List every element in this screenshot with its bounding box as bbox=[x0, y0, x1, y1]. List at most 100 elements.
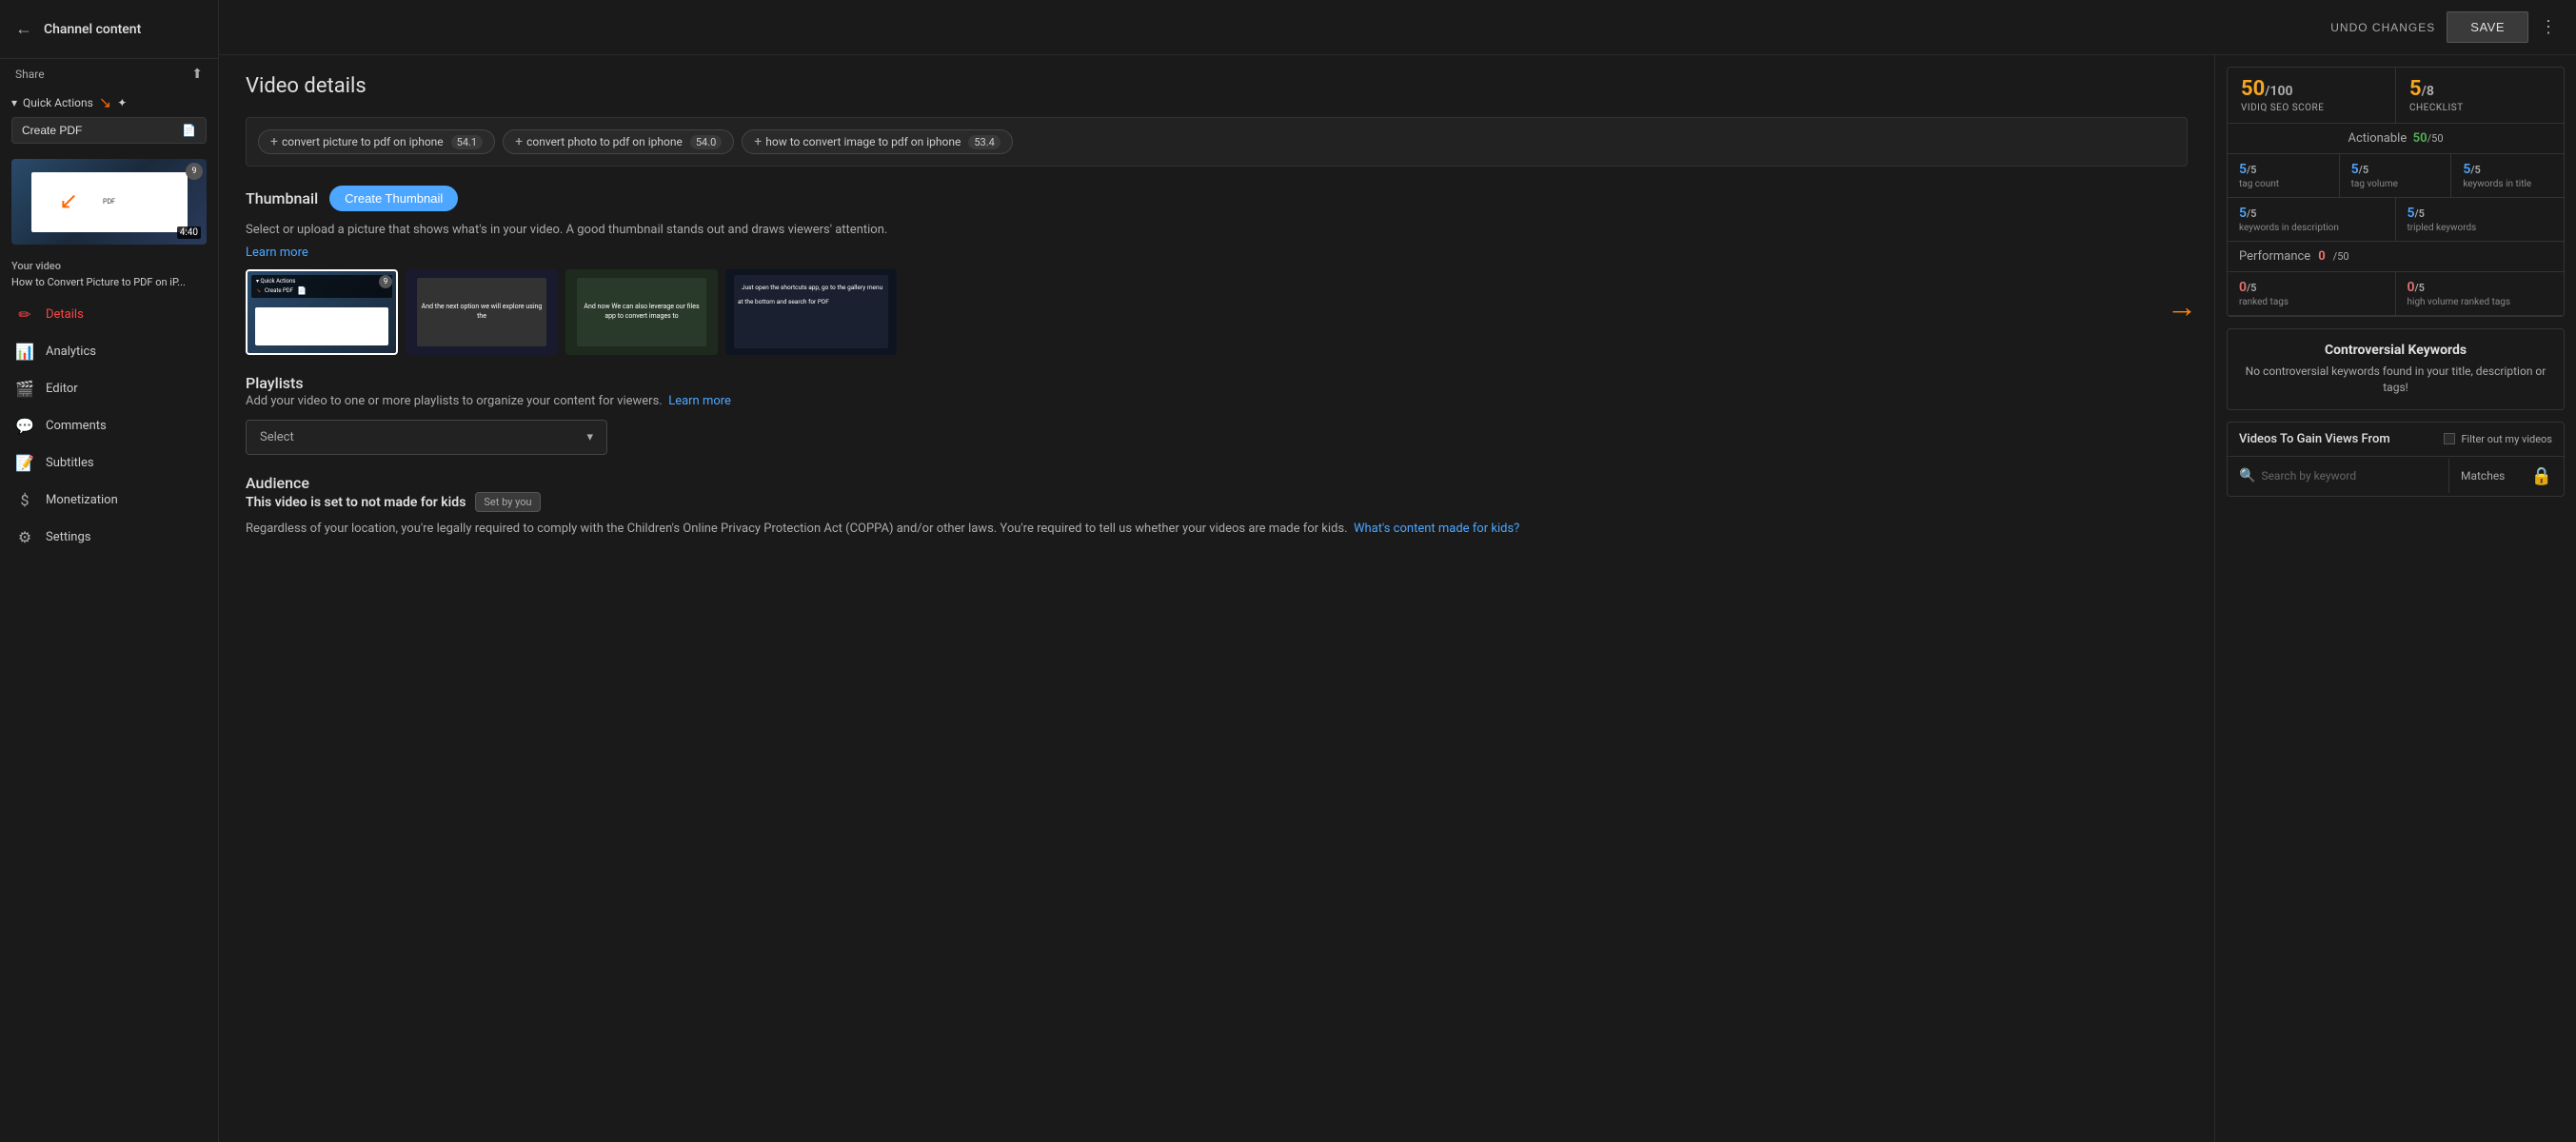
actionable-label: Actionable bbox=[2348, 131, 2408, 146]
tag-chip-1[interactable]: + convert picture to pdf on iphone 54.1 bbox=[258, 129, 495, 154]
metric-tag-volume-value: 5/5 bbox=[2351, 162, 2440, 177]
not-for-kids-label: This video is set to not made for kids bbox=[246, 495, 466, 510]
tag-plus-icon-3: + bbox=[754, 134, 762, 149]
playlist-select-dropdown[interactable]: Select ▾ bbox=[246, 420, 607, 455]
sidebar-header: ← Channel content bbox=[0, 0, 218, 59]
thumb-chevron-icon: ▾ Quick Actions bbox=[256, 278, 295, 285]
sidebar-item-settings-label: Settings bbox=[46, 530, 90, 544]
share-icon[interactable]: ⬆ bbox=[191, 67, 203, 82]
sidebar-item-details[interactable]: ✏ Details bbox=[0, 296, 218, 333]
thumbnail-grid-container: ▾ Quick Actions ✕ ↘ Create PDF 📄 bbox=[246, 269, 2188, 355]
sidebar-item-comments[interactable]: 💬 Comments bbox=[0, 407, 218, 444]
sidebar-title: Channel content bbox=[44, 22, 141, 37]
video-thumbnail[interactable]: PDF 9 4:40 ↙ bbox=[11, 159, 207, 245]
comments-icon: 💬 bbox=[15, 417, 34, 435]
undo-changes-button[interactable]: UNDO CHANGES bbox=[2330, 21, 2435, 34]
tag-chip-3[interactable]: + how to convert image to pdf on iphone … bbox=[742, 129, 1012, 154]
sidebar-item-monetization[interactable]: $ Monetization bbox=[0, 482, 218, 519]
create-pdf-button[interactable]: Create PDF 📄 bbox=[11, 117, 207, 144]
sidebar-item-subtitles[interactable]: 📝 Subtitles bbox=[0, 444, 218, 482]
tag-score-2: 54.0 bbox=[690, 135, 722, 149]
controversial-description: No controversial keywords found in your … bbox=[2241, 364, 2550, 396]
thumbnail-grid: ▾ Quick Actions ✕ ↘ Create PDF 📄 bbox=[246, 269, 2188, 355]
quick-actions-magic-icon: ✦ bbox=[117, 96, 127, 109]
thumbnail-section-header: Thumbnail Create Thumbnail bbox=[246, 186, 2188, 211]
tag-chip-2[interactable]: + convert photo to pdf on iphone 54.0 bbox=[503, 129, 734, 154]
thumb-4-content: Just open the shortcuts app, go to the g… bbox=[725, 269, 897, 355]
controversial-title: Controversial Keywords bbox=[2241, 343, 2550, 358]
tag-score-3: 53.4 bbox=[968, 135, 1000, 149]
tag-plus-icon-2: + bbox=[515, 134, 523, 149]
video-details-panel: Video details + convert picture to pdf o… bbox=[219, 55, 2214, 1142]
metric-cell-tag-count: 5/5 tag count bbox=[2228, 154, 2340, 197]
sidebar-item-analytics[interactable]: 📊 Analytics bbox=[0, 333, 218, 370]
content-area: Video details + convert picture to pdf o… bbox=[219, 55, 2576, 1142]
audience-section-title: Audience bbox=[246, 474, 2188, 492]
orange-arrow-container: → bbox=[2167, 288, 2197, 325]
performance-slash: /50 bbox=[2333, 250, 2349, 263]
search-input-placeholder: Search by keyword bbox=[2261, 469, 2356, 482]
playlists-learn-more-link[interactable]: Learn more bbox=[668, 394, 731, 408]
performance-row: Performance 0/50 bbox=[2228, 242, 2564, 272]
metric-cell-ranked-tags: 0/5 ranked tags bbox=[2228, 272, 2396, 315]
thumb-create-pdf-row: ↘ Create PDF 📄 bbox=[256, 286, 387, 295]
thumbnail-item-4[interactable]: Just open the shortcuts app, go to the g… bbox=[725, 269, 897, 355]
search-box[interactable]: 🔍 Search by keyword bbox=[2228, 459, 2449, 493]
search-icon: 🔍 bbox=[2239, 468, 2255, 483]
thumb-white-area bbox=[255, 307, 388, 345]
thumb-arrow-icon: ↘ bbox=[256, 287, 261, 294]
filter-row: Filter out my videos bbox=[2444, 433, 2552, 445]
metric-tag-count-label: tag count bbox=[2239, 179, 2328, 189]
create-thumbnail-button[interactable]: Create Thumbnail bbox=[329, 186, 458, 211]
tag-plus-icon-1: + bbox=[270, 134, 278, 149]
tags-section: + convert picture to pdf on iphone 54.1 … bbox=[246, 117, 2188, 167]
sidebar-item-settings[interactable]: ⚙ Settings bbox=[0, 519, 218, 556]
metric-ranked-tags-total: /5 bbox=[2247, 282, 2256, 294]
lock-icon[interactable]: 🔒 bbox=[2531, 466, 2552, 486]
thumb-2-text: And the next option we will explore usin… bbox=[417, 299, 546, 324]
tag-label-3: how to convert image to pdf on iphone bbox=[765, 135, 961, 148]
metric-tripled-total: /5 bbox=[2415, 207, 2425, 220]
filter-label: Filter out my videos bbox=[2461, 433, 2552, 445]
thumb-create-pdf-text: Create PDF bbox=[265, 287, 293, 294]
thumbnail-section-title: Thumbnail bbox=[246, 189, 318, 207]
search-matches-row: 🔍 Search by keyword Matches 🔒 bbox=[2228, 457, 2564, 496]
analytics-icon: 📊 bbox=[15, 343, 34, 361]
videos-gain-section: Videos To Gain Views From Filter out my … bbox=[2227, 422, 2565, 497]
metric-tag-volume-total: /5 bbox=[2359, 164, 2368, 176]
seo-section: 50/100 VIDIQ SEO SCORE 5/8 CHECKLIST Act… bbox=[2227, 67, 2565, 317]
thumb-4-text: Just open the shortcuts app, go to the g… bbox=[738, 280, 882, 309]
filter-checkbox[interactable] bbox=[2444, 433, 2455, 444]
sidebar-item-editor[interactable]: 🎬 Editor bbox=[0, 370, 218, 407]
top-bar: UNDO CHANGES SAVE ⋮ bbox=[219, 0, 2576, 55]
thumbnail-inner: PDF bbox=[31, 172, 188, 232]
thumbnail-item-3[interactable]: And now We can also leverage our files a… bbox=[565, 269, 718, 355]
thumbnail-item-1[interactable]: ▾ Quick Actions ✕ ↘ Create PDF 📄 bbox=[246, 269, 398, 355]
quick-actions-header: ▾ Quick Actions ↘ ✦ bbox=[11, 93, 207, 111]
playlists-section: Playlists Add your video to one or more … bbox=[246, 374, 2188, 456]
metric-tripled-label: tripled keywords bbox=[2408, 223, 2553, 233]
metric-keywords-desc-value: 5/5 bbox=[2239, 206, 2384, 221]
matches-label: Matches bbox=[2461, 469, 2505, 482]
metric-tag-volume-label: tag volume bbox=[2351, 179, 2440, 189]
thumb-qa-overlay: ▾ Quick Actions ✕ ↘ Create PDF 📄 bbox=[251, 275, 392, 298]
playlist-select-placeholder: Select bbox=[260, 430, 294, 444]
your-video-label: Your video bbox=[0, 252, 218, 274]
metric-tripled-value: 5/5 bbox=[2408, 206, 2553, 221]
sidebar-nav: ✏ Details 📊 Analytics 🎬 Editor 💬 Comment… bbox=[0, 296, 218, 1142]
whats-content-link[interactable]: What's content made for kids? bbox=[1354, 522, 1519, 536]
right-panel: 50/100 VIDIQ SEO SCORE 5/8 CHECKLIST Act… bbox=[2214, 55, 2576, 1142]
back-button[interactable]: ← bbox=[11, 15, 36, 43]
sidebar-item-details-label: Details bbox=[46, 307, 84, 322]
sidebar-item-monetization-label: Monetization bbox=[46, 493, 118, 507]
main-content: UNDO CHANGES SAVE ⋮ Video details + conv… bbox=[219, 0, 2576, 1142]
subtitles-icon: 📝 bbox=[15, 454, 34, 472]
video-badge: 9 bbox=[186, 163, 203, 180]
thumbnail-item-2[interactable]: And the next option we will explore usin… bbox=[406, 269, 558, 355]
thumb-qa-row: ▾ Quick Actions ✕ bbox=[256, 278, 387, 285]
save-button[interactable]: SAVE bbox=[2447, 11, 2528, 43]
thumb-2-inner: And the next option we will explore usin… bbox=[417, 278, 546, 346]
actionable-row: Actionable 50/50 bbox=[2228, 124, 2564, 154]
thumbnail-learn-more-link[interactable]: Learn more bbox=[246, 246, 308, 260]
more-options-button[interactable]: ⋮ bbox=[2540, 17, 2557, 37]
